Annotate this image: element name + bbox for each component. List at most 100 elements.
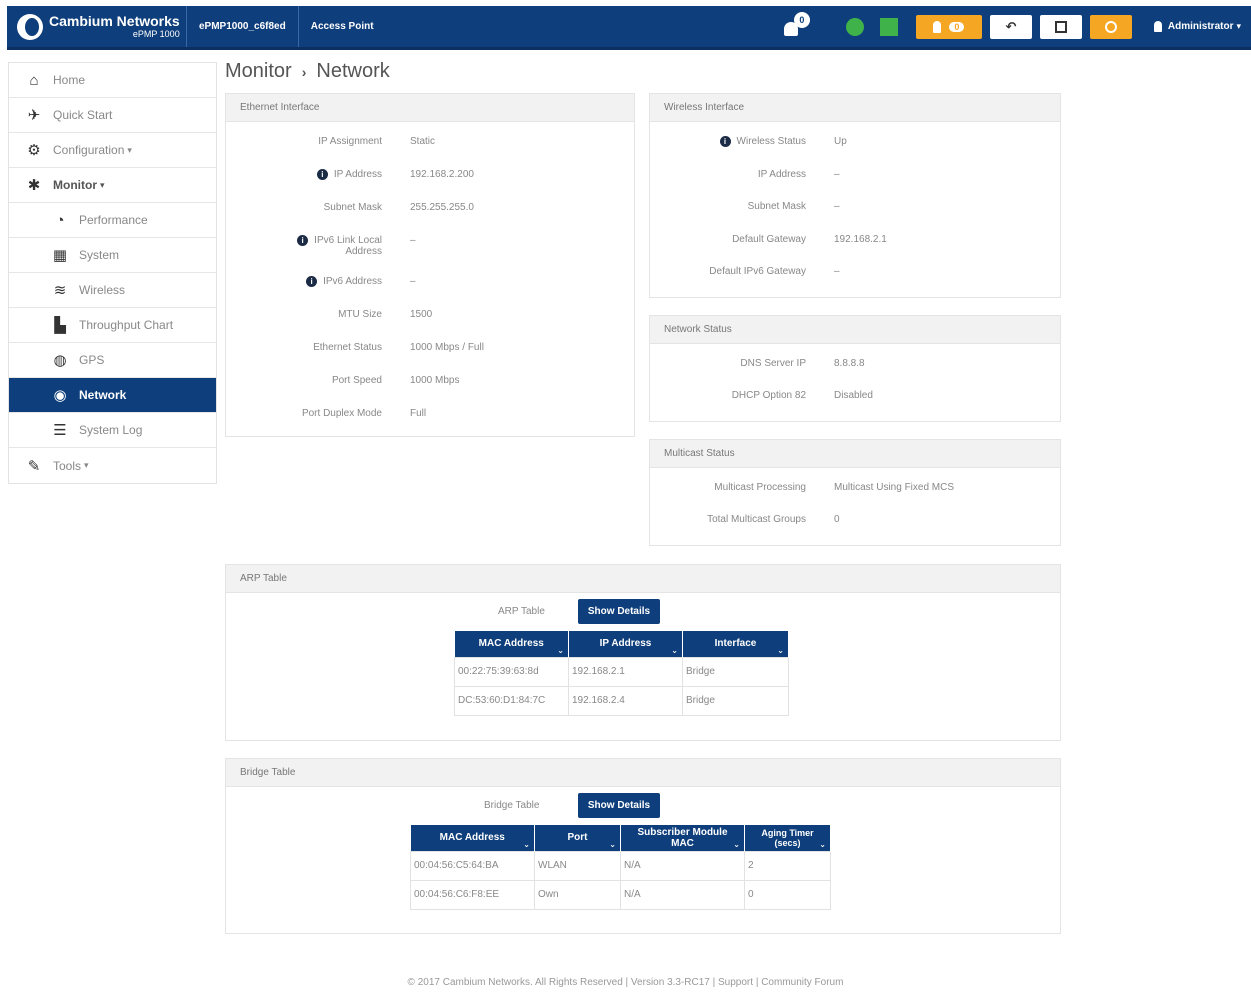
cell-aging-timer: 0 — [744, 879, 831, 910]
info-row-label: Subnet Mask — [666, 201, 806, 212]
alarms-button[interactable]: 0 — [915, 14, 982, 39]
column-header-aging-timer[interactable]: Aging Timer (secs) — [744, 825, 831, 851]
sidebar-item-throughput-chart[interactable]: ▙ Throughput Chart — [9, 308, 216, 343]
info-row-label-text: Wireless Status — [736, 136, 806, 148]
info-row-label-text: MTU Size — [338, 309, 382, 320]
page-title: Network — [316, 60, 390, 82]
sidebar-item-wireless[interactable]: ≋ Wireless — [9, 273, 216, 308]
info-row-label-text: Port Speed — [331, 375, 382, 386]
sidebar-item-label: System — [79, 248, 120, 262]
info-row-label: Default Gateway — [666, 234, 806, 245]
breadcrumb-section[interactable]: Monitor — [225, 60, 292, 83]
brand-name: Cambium Networks — [49, 13, 180, 29]
user-label: Administrator — [1167, 21, 1234, 32]
user-icon — [1153, 21, 1162, 32]
cambium-logo-icon — [17, 13, 43, 40]
chevron-down-icon: ▾ — [127, 144, 132, 155]
top-navbar: Cambium Networks ePMP 1000 ePMP1000_c6f8… — [7, 6, 1251, 50]
arp-table-panel: ARP Table ARP Table Show Details MAC Add… — [225, 564, 1061, 741]
cell-sm-mac: N/A — [620, 879, 745, 910]
bridge-table-panel: Bridge Table Bridge Table Show Details M… — [225, 758, 1061, 934]
info-row-label: Ethernet Status — [272, 342, 382, 353]
info-row-value: Static — [410, 136, 436, 147]
column-header-mac[interactable]: MAC Address — [454, 631, 569, 657]
sidebar-item-network[interactable]: ◉ Network — [9, 378, 216, 413]
cell-port: Own — [534, 879, 621, 910]
info-row-label-text: Default IPv6 Gateway — [709, 266, 806, 277]
device-mode: Access Point — [310, 21, 374, 32]
info-row-label-text: IPv6 Link Local Address — [314, 235, 382, 258]
info-icon[interactable]: i — [297, 235, 309, 246]
brand[interactable]: Cambium Networks ePMP 1000 — [7, 6, 187, 47]
info-row-value: – — [834, 266, 840, 277]
info-row-value: – — [834, 168, 840, 180]
info-row-value: – — [410, 235, 416, 246]
wireless-interface-panel: Wireless Interface i Wireless Status Up IP … — [649, 93, 1061, 298]
cell-ip: 192.168.2.1 — [568, 656, 683, 687]
network-status-panel: Network Status DNS Server IP 8.8.8.8 DHCP … — [649, 315, 1061, 422]
sidebar: ⌂ Home ✈ Quick Start ⚙ Configuration ▾ ✱… — [8, 62, 217, 484]
column-header-port[interactable]: Port — [534, 825, 621, 851]
info-row-label-text: IP Address — [757, 168, 806, 180]
table-row: 00:04:56:C6:F8:EE Own N/A 0 — [410, 879, 831, 910]
sidebar-item-system[interactable]: ▦ System — [9, 238, 216, 273]
sidebar-item-monitor[interactable]: ✱ Monitor ▾ — [9, 168, 216, 203]
table-row: 00:04:56:C5:64:BA WLAN N/A 2 — [410, 850, 831, 881]
alarm-icon — [933, 20, 942, 33]
column-header-mac[interactable]: MAC Address — [410, 825, 535, 851]
info-row-value: 192.168.2.200 — [410, 169, 474, 180]
cell-aging-timer: 2 — [744, 850, 831, 881]
cell-mac: 00:04:56:C6:F8:EE — [410, 879, 535, 910]
column-header-interface[interactable]: Interface — [682, 631, 789, 657]
sidebar-item-configuration[interactable]: ⚙ Configuration ▾ — [9, 133, 216, 168]
info-row-label-text: Subnet Mask — [747, 201, 806, 212]
undo-icon: ↶ — [1005, 18, 1017, 34]
info-row-value: – — [410, 276, 416, 287]
info-row-label-text: DNS Server IP — [740, 358, 806, 369]
panel-title: Network Status — [650, 316, 1060, 344]
notifications-button[interactable]: 0 — [780, 11, 810, 40]
user-menu[interactable]: Administrator ▾ — [1153, 21, 1241, 32]
info-row-label: i IP Address — [272, 169, 382, 180]
sidebar-item-quick-start[interactable]: ✈ Quick Start — [9, 98, 216, 133]
info-icon[interactable]: i — [719, 136, 731, 147]
tools-icon: ✎ — [27, 457, 41, 475]
info-row-value: 192.168.2.1 — [834, 233, 887, 245]
chevron-down-icon: ▾ — [84, 460, 89, 470]
bridge-show-details-button[interactable]: Show Details — [578, 793, 660, 818]
save-button[interactable] — [1039, 14, 1082, 39]
sidebar-item-gps[interactable]: ◍ GPS — [9, 343, 216, 378]
sidebar-item-performance[interactable]: ◔ Performance — [9, 203, 216, 238]
info-icon[interactable]: i — [316, 169, 328, 180]
chevron-right-icon: › — [301, 63, 307, 80]
info-row-value: 0 — [834, 514, 840, 525]
sidebar-item-label: System Log — [79, 423, 143, 437]
info-row-value: Up — [834, 136, 847, 147]
globe-icon[interactable] — [845, 17, 864, 36]
save-icon — [1054, 20, 1067, 33]
arp-table: MAC Address IP Address Interface 00:22:7… — [454, 631, 789, 716]
cell-sm-mac: N/A — [620, 850, 745, 881]
reboot-button[interactable] — [1089, 14, 1132, 39]
arp-show-details-button[interactable]: Show Details — [578, 599, 660, 624]
sidebar-item-system-log[interactable]: ☰ System Log — [9, 413, 216, 448]
sidebar-item-label: GPS — [79, 353, 105, 367]
column-header-sm-mac[interactable]: Subscriber Module MAC — [620, 825, 745, 851]
column-header-ip[interactable]: IP Address — [568, 631, 683, 657]
sidebar-item-home[interactable]: ⌂ Home — [9, 63, 216, 98]
home-icon: ⌂ — [29, 71, 39, 89]
undo-button[interactable]: ↶ — [989, 14, 1032, 39]
sidebar-item-label: Configuration — [53, 143, 125, 157]
info-row-label-text: Subnet Mask — [323, 202, 382, 213]
info-row-value: – — [834, 201, 840, 212]
info-icon[interactable]: i — [306, 276, 318, 287]
sidebar-item-label: Network — [79, 388, 127, 402]
sidebar-item-tools[interactable]: ✎ Tools ▾ — [9, 448, 216, 483]
table-row: DC:53:60:D1:84:7C 192.168.2.4 Bridge — [454, 685, 789, 716]
info-row-label: Multicast Processing — [666, 482, 806, 493]
link-status-icon[interactable] — [879, 17, 898, 36]
panel-title: Multicast Status — [650, 440, 1060, 468]
sidebar-item-label: Wireless — [79, 283, 126, 297]
info-row-value: Full — [410, 408, 427, 419]
log-icon: ☰ — [53, 422, 67, 439]
